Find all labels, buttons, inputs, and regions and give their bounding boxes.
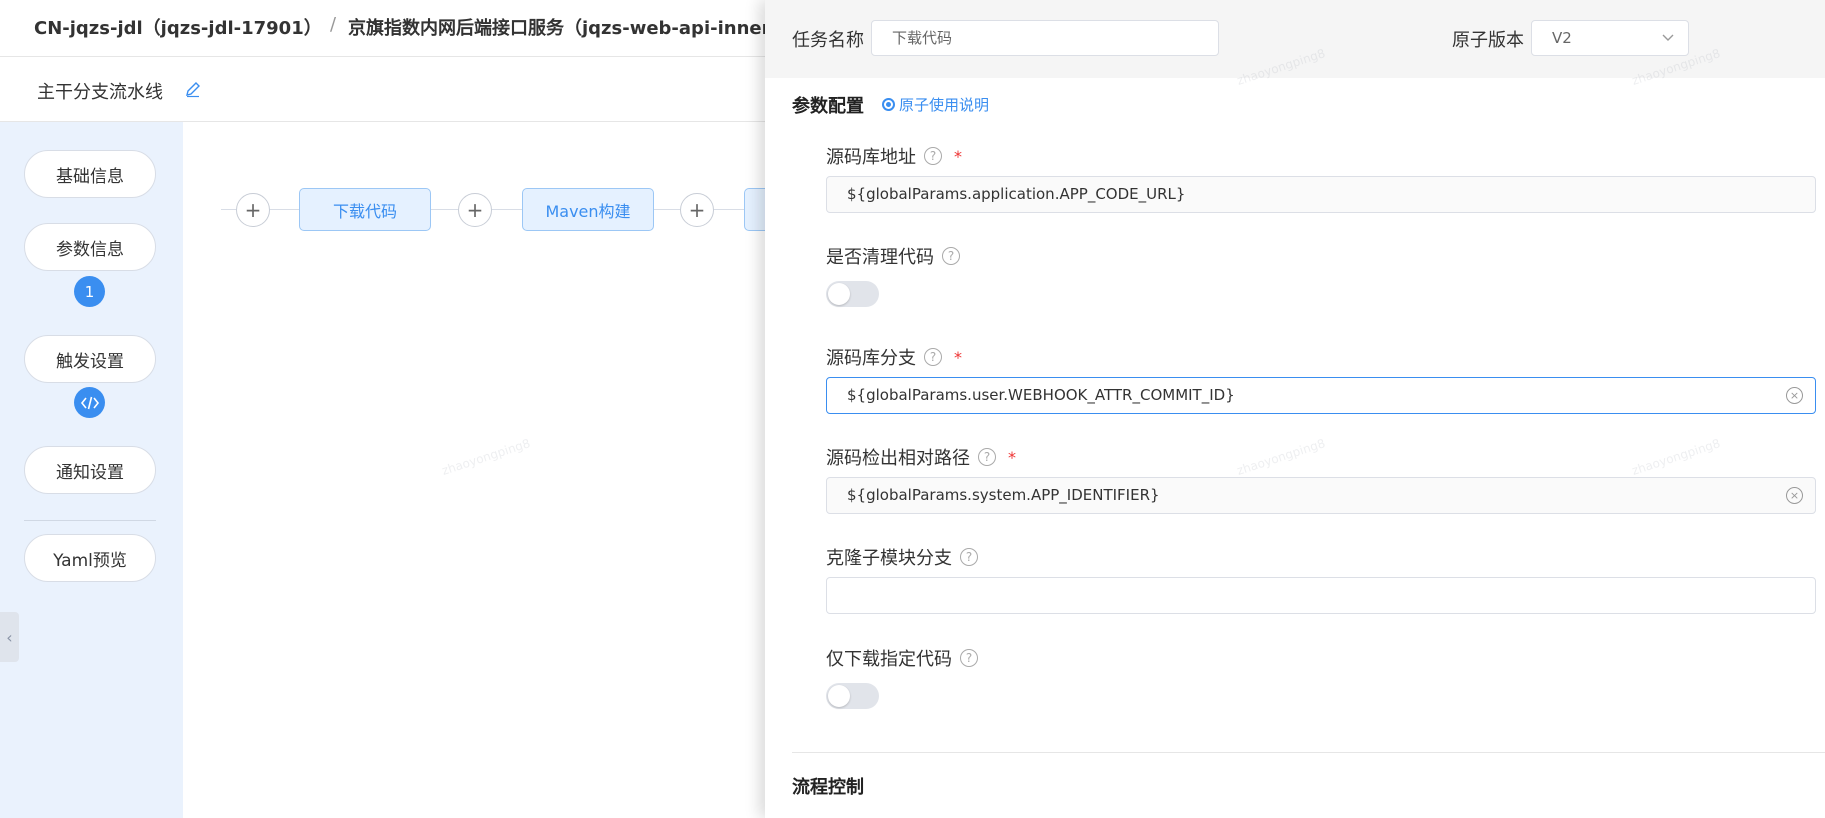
param-section-title: 参数配置	[792, 96, 864, 117]
params-count-badge: 1	[74, 276, 105, 307]
field-label-text: 是否清理代码	[826, 247, 934, 268]
clear-icon[interactable]: ×	[1786, 387, 1803, 404]
field-label-text: 源码检出相对路径	[826, 448, 970, 469]
required-mark: *	[954, 347, 962, 367]
chevron-down-icon	[1662, 34, 1674, 41]
stage-download-code[interactable]: 下载代码	[299, 188, 431, 231]
nav-item-label: 通知设置	[56, 462, 124, 483]
breadcrumb-app[interactable]: CN-jqzs-jdl（jqzs-jdl-17901）	[34, 14, 322, 40]
atom-help-link-label: 原子使用说明	[899, 96, 990, 114]
field-label-text: 源码库分支	[826, 348, 916, 369]
section-divider	[792, 752, 1825, 753]
task-config-drawer: 任务名称 下载代码 原子版本 V2 参数配置 原子使用说明 源码库地址 ? * …	[765, 0, 1825, 818]
flow-control-title: 流程控制	[792, 777, 864, 798]
field-label-text: 源码库地址	[826, 147, 916, 168]
add-stage-button[interactable]: +	[236, 193, 270, 227]
help-icon[interactable]: ?	[960, 649, 978, 667]
clean-code-label: 是否清理代码 ?	[826, 243, 960, 269]
nav-notify-button[interactable]: 通知设置	[24, 446, 156, 494]
clean-code-toggle[interactable]	[826, 281, 879, 307]
stage-label: 下载代码	[332, 201, 397, 221]
task-name-label: 任务名称	[792, 30, 864, 51]
stage-maven-build[interactable]: Maven构建	[522, 188, 654, 231]
nav-yaml-preview-button[interactable]: Yaml预览	[24, 534, 156, 582]
atom-version-select[interactable]: V2	[1531, 20, 1689, 56]
plus-icon: +	[466, 198, 484, 222]
left-nav: 基础信息 参数信息 1 触发设置 通知设置 Yaml预览	[0, 122, 183, 818]
help-icon[interactable]: ?	[942, 247, 960, 265]
repo-url-input[interactable]: ${globalParams.application.APP_CODE_URL}	[826, 176, 1816, 213]
chevron-left-icon[interactable]: ‹	[0, 612, 19, 662]
add-stage-button[interactable]: +	[680, 193, 714, 227]
checkout-path-label: 源码检出相对路径 ? *	[826, 444, 1016, 470]
help-icon[interactable]: ?	[960, 548, 978, 566]
pencil-icon[interactable]	[184, 80, 202, 98]
required-mark: *	[1008, 447, 1016, 467]
submodule-branch-input[interactable]	[826, 577, 1816, 614]
pipeline-canvas: + 下载代码 + Maven构建 +	[183, 122, 765, 818]
help-icon[interactable]: ?	[924, 147, 942, 165]
stage-label: Maven构建	[545, 201, 631, 221]
submodule-branch-label: 克隆子模块分支 ?	[826, 544, 978, 570]
repo-url-label: 源码库地址 ? *	[826, 143, 962, 169]
plus-icon: +	[244, 198, 262, 222]
nav-basic-info-button[interactable]: 基础信息	[24, 150, 156, 198]
nav-divider	[24, 520, 156, 521]
stage-next[interactable]	[744, 188, 765, 231]
nav-item-label: 参数信息	[56, 239, 124, 260]
clear-icon[interactable]: ×	[1786, 487, 1803, 504]
code-icon	[74, 387, 105, 418]
task-name-input[interactable]: 下载代码	[871, 20, 1219, 56]
nav-item-label: 基础信息	[56, 166, 124, 187]
pipeline-title: 主干分支流水线	[37, 82, 163, 103]
info-dot-icon	[882, 98, 895, 111]
download-specified-label: 仅下载指定代码 ?	[826, 645, 978, 671]
field-label-text: 克隆子模块分支	[826, 548, 952, 569]
plus-icon: +	[688, 198, 706, 222]
download-specified-toggle[interactable]	[826, 683, 879, 709]
nav-item-label: Yaml预览	[53, 550, 127, 571]
atom-version-label: 原子版本	[1452, 30, 1524, 51]
atom-help-link[interactable]: 原子使用说明	[882, 94, 989, 115]
repo-branch-input[interactable]: ${globalParams.user.WEBHOOK_ATTR_COMMIT_…	[826, 377, 1816, 414]
atom-version-value: V2	[1552, 29, 1572, 47]
add-stage-button[interactable]: +	[458, 193, 492, 227]
nav-item-label: 触发设置	[56, 351, 124, 372]
help-icon[interactable]: ?	[978, 448, 996, 466]
nav-trigger-button[interactable]: 触发设置	[24, 335, 156, 383]
repo-branch-label: 源码库分支 ? *	[826, 344, 962, 370]
required-mark: *	[954, 146, 962, 166]
field-label-text: 仅下载指定代码	[826, 649, 952, 670]
checkout-path-input[interactable]: ${globalParams.system.APP_IDENTIFIER} ×	[826, 477, 1816, 514]
nav-params-button[interactable]: 参数信息	[24, 223, 156, 271]
repo-branch-value: ${globalParams.user.WEBHOOK_ATTR_COMMIT_…	[847, 386, 1235, 404]
breadcrumb-service[interactable]: 京旗指数内网后端接口服务（jqzs-web-api-inner	[348, 14, 770, 40]
breadcrumb-separator: /	[330, 14, 337, 35]
help-icon[interactable]: ?	[924, 348, 942, 366]
drawer-header: 任务名称 下载代码 原子版本 V2	[765, 0, 1825, 78]
checkout-path-value: ${globalParams.system.APP_IDENTIFIER}	[847, 486, 1160, 504]
